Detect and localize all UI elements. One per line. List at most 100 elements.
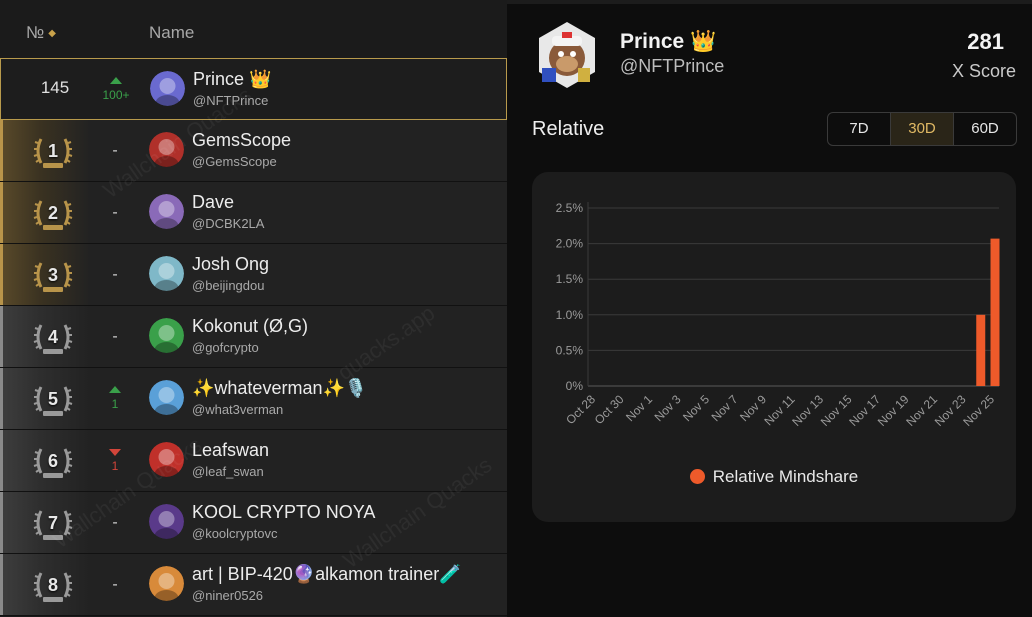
table-row[interactable]: 6 1 Leafswan @leaf_swan [0, 430, 507, 492]
range-option-30d[interactable]: 30D [891, 113, 954, 145]
user-handle[interactable]: @GemsScope [192, 154, 277, 169]
avatar[interactable] [149, 132, 184, 167]
avatar[interactable] [149, 194, 184, 229]
x-tick-label: Nov 7 [709, 392, 741, 424]
user-handle[interactable]: @DCBK2LA [192, 216, 264, 231]
avatar[interactable] [149, 380, 184, 415]
user-name[interactable]: Dave [192, 192, 234, 213]
rank-change: 1 [94, 368, 136, 430]
relative-section-title: Relative [532, 118, 605, 140]
y-tick-label: 2.0% [556, 237, 584, 251]
avatar[interactable] [149, 256, 184, 291]
table-row[interactable]: 8 - art | BIP-420🔮alkamon trainer🧪 @niner05… [0, 554, 507, 616]
sort-icon[interactable]: ◆ [48, 28, 56, 39]
row-tier-bar [0, 306, 3, 367]
y-tick-label: 1.5% [556, 272, 584, 286]
x-tick-label: Oct 30 [592, 392, 627, 427]
rank-change: - [94, 244, 136, 306]
name-column-header: Name [149, 23, 195, 42]
table-row[interactable]: 2 - Dave @DCBK2LA [0, 182, 507, 244]
range-option-7d[interactable]: 7D [828, 113, 891, 145]
user-handle[interactable]: @leaf_swan [192, 464, 264, 479]
y-tick-label: 1.0% [556, 308, 584, 322]
table-row[interactable]: 1 - GemsScope @GemsScope [0, 120, 507, 182]
rank-change-value: - [112, 142, 118, 159]
user-name[interactable]: ✨whateverman✨🎙️ [192, 378, 367, 399]
rank-change-value: - [112, 514, 118, 531]
rank-change: - [94, 492, 136, 554]
user-handle[interactable]: @beijingdou [192, 278, 264, 293]
rank-up-icon [109, 386, 121, 393]
rank-number: 2 [47, 203, 58, 223]
rank-number: 1 [47, 141, 58, 161]
laurel-medal-icon: 2 [33, 193, 73, 233]
profile-handle[interactable]: @NFTPrince [620, 56, 724, 77]
user-handle[interactable]: @niner0526 [192, 588, 263, 603]
user-handle[interactable]: @koolcryptovc [192, 526, 277, 541]
row-tier-bar [0, 182, 3, 243]
rank-change: - [94, 306, 136, 368]
rank-change-value: - [112, 328, 118, 345]
rank-number: 145 [40, 78, 70, 97]
panel-divider [507, 0, 1032, 4]
legend-swatch [689, 469, 705, 484]
row-tier-bar [0, 244, 3, 305]
range-selector: 7D 30D 60D [827, 112, 1017, 146]
avatar[interactable] [149, 504, 184, 539]
chart-bar [990, 238, 1000, 386]
laurel-medal-icon: 8 [33, 565, 73, 605]
user-name[interactable]: Kokonut (Ø,G) [192, 316, 308, 337]
rank-number: 6 [47, 451, 58, 471]
rank-change-value: 1 [111, 397, 119, 411]
user-handle[interactable]: @what3verman [192, 402, 283, 417]
laurel-medal-icon: 7 [33, 503, 73, 543]
avatar[interactable] [149, 442, 184, 477]
legend-label: Relative Mindshare [712, 467, 859, 486]
user-name[interactable]: Leafswan [192, 440, 269, 461]
mindshare-chart-card: 0% 0.5% 1.0% 1.5% 2.0% 2.5% Oct 28 Oct 30 Nov 1N… [532, 172, 1016, 522]
rank-change-value: 1 [111, 459, 119, 473]
rank-change: - [94, 554, 136, 616]
rank-number: 4 [47, 327, 58, 347]
avatar[interactable] [149, 318, 184, 353]
row-tier-bar [0, 430, 3, 491]
leaderboard-panel: № ◆ Name 145 100+ Prince 👑 @NFTPrince 1- GemsS… [0, 0, 507, 617]
chart-bar [976, 314, 986, 386]
x-tick-label: Nov 5 [680, 392, 712, 424]
rank-column-header[interactable]: № ◆ [26, 23, 56, 43]
laurel-medal-icon: 5 [33, 379, 73, 419]
user-name[interactable]: KOOL CRYPTO NOYA [192, 502, 375, 523]
x-tick-label: Nov 1 [623, 392, 655, 424]
rank-change: 1 [94, 430, 136, 492]
profile-panel: Prince 👑 @NFTPrince 281 X Score Relative… [507, 0, 1032, 617]
range-option-60d[interactable]: 60D [954, 113, 1016, 145]
x-score-label: X Score [951, 61, 1016, 81]
user-name[interactable]: GemsScope [192, 130, 291, 151]
user-name[interactable]: Josh Ong [192, 254, 269, 275]
laurel-medal-icon: 1 [33, 131, 73, 171]
avatar[interactable] [149, 566, 184, 601]
user-name[interactable]: Prince 👑 [193, 69, 271, 90]
table-row[interactable]: 3 - Josh Ong @beijingdou [0, 244, 507, 306]
rank-number: 5 [47, 389, 58, 409]
rank-change-value: 100+ [102, 88, 130, 102]
rank-change-value: - [112, 204, 118, 221]
rank-number: 3 [47, 265, 58, 285]
x-tick-label: Nov 25 [960, 392, 997, 429]
table-row[interactable]: 7 - KOOL CRYPTO NOYA @koolcryptovc [0, 492, 507, 554]
rank-change-value: - [112, 266, 118, 283]
row-tier-bar [0, 554, 3, 615]
table-header: № ◆ Name [0, 0, 507, 58]
rank-header-label: № [26, 23, 45, 42]
table-row-current-user[interactable]: 145 100+ Prince 👑 @NFTPrince [0, 58, 507, 120]
rank-number: 7 [47, 513, 58, 533]
user-handle[interactable]: @gofcrypto [192, 340, 259, 355]
avatar[interactable] [150, 71, 185, 106]
y-tick-label: 0% [566, 379, 584, 393]
table-row[interactable]: 5 1 ✨whateverman✨🎙️ @what3verman [0, 368, 507, 430]
mindshare-chart: 0%0.5%1.0%1.5%2.0%2.5%Oct 28Oct 30Nov 1N… [556, 201, 1000, 429]
user-name[interactable]: art | BIP-420🔮alkamon trainer🧪 [192, 564, 462, 585]
user-handle[interactable]: @NFTPrince [193, 93, 268, 108]
profile-name: Prince 👑 [620, 30, 717, 53]
table-row[interactable]: 4 - Kokonut (Ø,G) @gofcrypto [0, 306, 507, 368]
